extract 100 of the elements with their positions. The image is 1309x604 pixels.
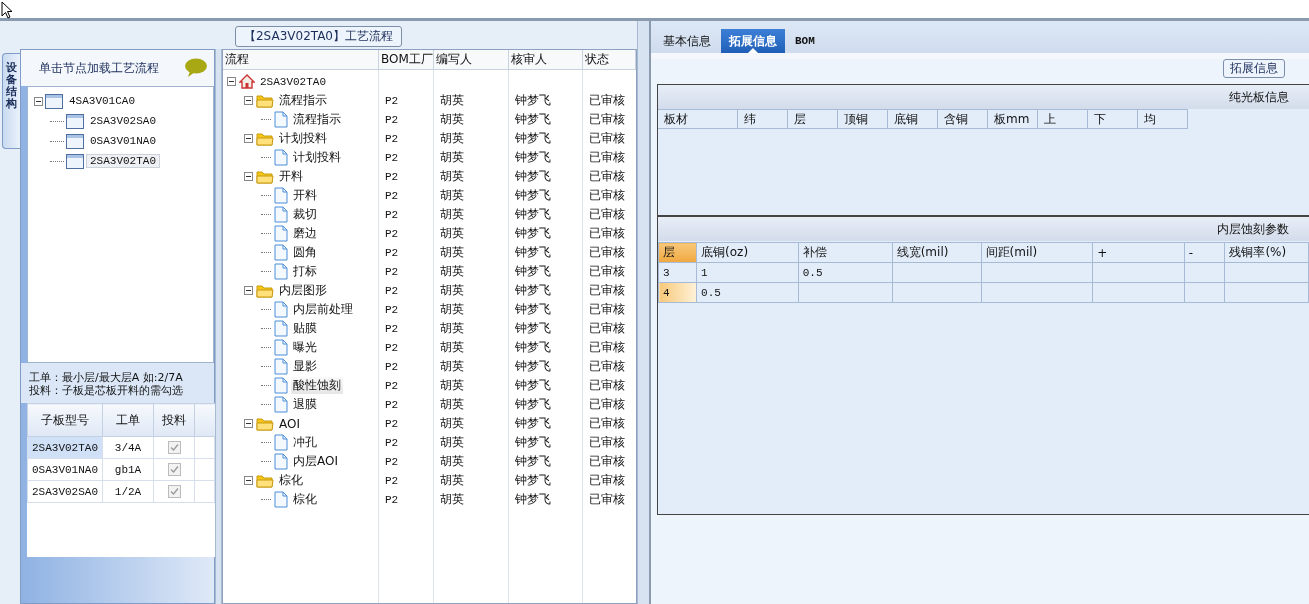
table-cell-text: 已审核 [588,358,626,375]
column-header[interactable]: + [1092,242,1185,263]
table-cell-text: 钟梦飞 [514,415,552,432]
column-header[interactable]: 板材 [658,109,738,129]
tree-node[interactable]: 流程指示 [291,111,343,128]
tree-node[interactable]: AOI [277,416,302,431]
column-header[interactable]: 流程 [223,50,379,69]
table-cell-text: 钟梦飞 [514,149,552,166]
tree-node[interactable]: 2SA3V02TA0 [258,75,328,88]
tab[interactable]: BOM [787,29,823,53]
checkbox[interactable] [167,441,181,455]
collapse-icon[interactable] [244,476,253,485]
table-cell-text: 胡英 [439,130,465,147]
tree-node[interactable]: 2SA3V02SA0 [86,114,160,128]
tree-node[interactable]: 显影 [291,358,319,375]
tree-node[interactable]: 开料 [277,168,305,185]
table-cell-text: 胡英 [439,244,465,261]
tree-node[interactable]: 0SA3V01NA0 [86,134,160,148]
tree-node[interactable]: 棕化 [291,491,319,508]
document-icon [274,206,288,223]
tree-node[interactable]: 计划投料 [291,149,343,166]
table-cell: gb1A [102,458,154,481]
column-header[interactable]: 下 [1088,109,1138,129]
side-tab[interactable]: 设备结构 [2,53,20,149]
table-cell-text: 已审核 [588,92,626,109]
table-cell: 0SA3V01NA0 [27,458,103,481]
tree-node[interactable]: 计划投料 [277,130,329,147]
table-cell-text: P2 [384,398,400,411]
column-header[interactable]: 线宽(mil) [892,242,982,263]
collapse-icon[interactable] [34,96,43,106]
tree-node[interactable]: 冲孔 [291,434,319,451]
column-header[interactable]: 状态 [583,50,636,69]
column-header[interactable]: 底铜 [888,109,938,129]
column-header[interactable]: 上 [1038,109,1088,129]
tree-node[interactable]: 开料 [291,187,319,204]
tree-node[interactable]: 退膜 [291,396,319,413]
column-header[interactable]: 板mm [988,109,1038,129]
table-cell-text: 胡英 [439,149,465,166]
collapse-icon[interactable] [227,77,236,86]
row-indicator[interactable]: 4 [658,282,697,303]
tree-node[interactable]: 流程指示 [277,92,329,109]
column-header[interactable]: 投料 [153,403,195,437]
column-header[interactable]: 底铜(oz) [696,242,799,263]
tree-node[interactable]: 棕化 [277,472,305,489]
collapse-icon[interactable] [244,96,253,105]
document-icon [274,396,288,413]
table-cell-text: 钟梦飞 [514,206,552,223]
hint-text: 单击节点加载工艺流程 [39,59,159,77]
tree-node[interactable]: 2SA3V02TA0 [86,154,160,168]
column-header[interactable]: - [1184,242,1225,263]
window-icon [45,93,63,109]
column-header[interactable]: 编写人 [434,50,509,69]
column-header[interactable]: 补偿 [798,242,893,263]
collapse-icon[interactable] [244,172,253,181]
tree-node[interactable]: 贴膜 [291,320,319,337]
table-cell-text: 胡英 [439,491,465,508]
column-header[interactable]: 纬 [738,109,788,129]
tree-node[interactable]: 裁切 [291,206,319,223]
note-text: 工单：最小层/最大层A 如:2/7A [29,371,184,384]
tree-node[interactable]: 4SA3V01CA0 [65,94,139,108]
column-header[interactable]: 层 [788,109,838,129]
column-header[interactable]: 工单 [102,403,154,437]
table-cell-text: 钟梦飞 [514,225,552,242]
tab[interactable]: 基本信息 [655,29,719,53]
tree-node[interactable]: 酸性蚀刻 [291,377,343,394]
column-header[interactable]: 含铜 [938,109,988,129]
collapse-icon[interactable] [244,419,253,428]
tree-node[interactable]: 内层前处理 [291,301,355,318]
table-cell-text: 已审核 [588,415,626,432]
column-header[interactable]: 残铜率(%) [1224,242,1309,263]
column-header[interactable]: 间距(mil) [981,242,1093,263]
document-icon [274,187,288,204]
table-cell-text: 钟梦飞 [514,282,552,299]
collapse-icon[interactable] [244,286,253,295]
table-cell-text: 胡英 [439,377,465,394]
tab[interactable]: 拓展信息 [721,29,785,53]
column-header[interactable]: BOM工厂 [379,50,434,69]
collapse-icon[interactable] [244,134,253,143]
column-header[interactable]: 均 [1138,109,1188,129]
tree-node[interactable]: 内层图形 [277,282,329,299]
tree-node[interactable]: 圆角 [291,244,319,261]
tree-node[interactable]: 磨边 [291,225,319,242]
window-icon [66,153,84,169]
table-cell-text: 已审核 [588,282,626,299]
table-cell-text: 已审核 [588,301,626,318]
table-cell-text: 胡英 [439,168,465,185]
column-header[interactable]: 子板型号 [27,403,103,437]
table-cell-text: 钟梦飞 [514,168,552,185]
column-header[interactable]: 顶铜 [838,109,888,129]
table-cell-text: 钟梦飞 [514,472,552,489]
folder-icon [256,473,274,488]
checkbox[interactable] [167,485,181,499]
tree-node[interactable]: 打标 [291,263,319,280]
column-header[interactable]: 核审人 [509,50,583,69]
table-cell-text: P2 [384,474,400,487]
table-cell-text: P2 [384,379,400,392]
tree-node[interactable]: 内层AOI [291,453,340,470]
row-indicator[interactable]: 3 [658,262,697,283]
tree-node[interactable]: 曝光 [291,339,319,356]
checkbox[interactable] [167,463,181,477]
